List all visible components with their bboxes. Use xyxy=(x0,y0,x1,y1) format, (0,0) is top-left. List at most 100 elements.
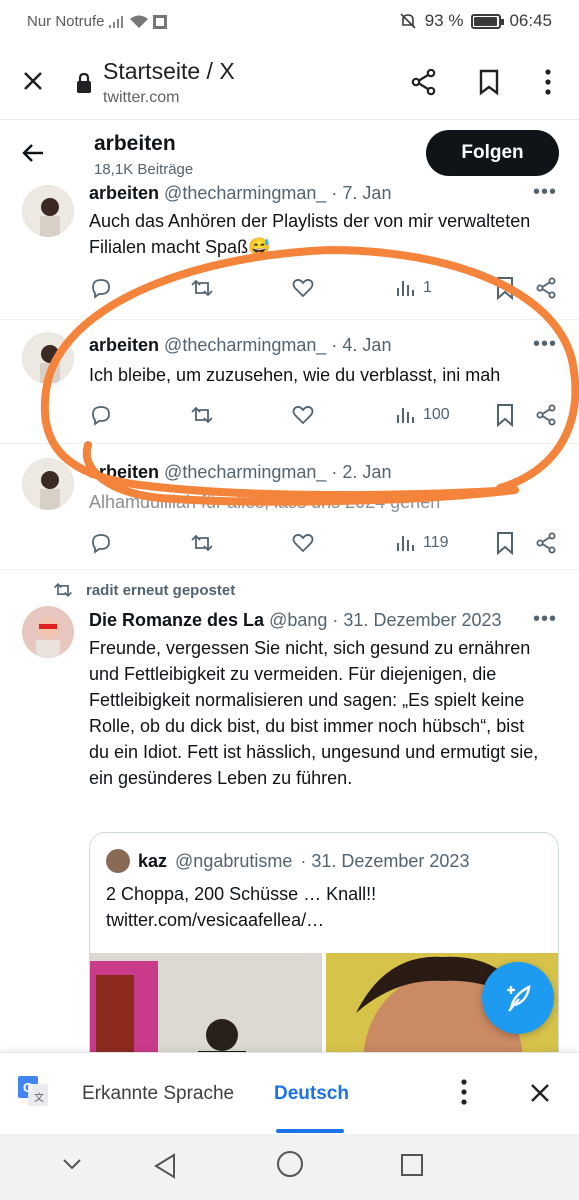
tweet-meta: arbeiten @thecharmingman_ · 2. Jan xyxy=(89,462,391,483)
repost-button[interactable] xyxy=(189,400,215,430)
bookmark-icon xyxy=(497,532,513,555)
tweet-item[interactable]: arbeiten @thecharmingman_ · 4. Jan ••• I… xyxy=(0,320,579,444)
retweet-avatar[interactable] xyxy=(22,606,74,658)
author-handle[interactable]: @thecharmingman_ xyxy=(164,462,326,482)
reply-button[interactable] xyxy=(89,400,113,430)
author-handle[interactable]: @bang xyxy=(269,610,327,630)
views-count: 119 xyxy=(423,534,449,551)
tweet-text: Auch das Anhören der Playlists der von m… xyxy=(89,211,531,257)
active-tab-indicator xyxy=(276,1129,344,1133)
wifi-icon xyxy=(129,15,148,28)
views-button[interactable]: 1​ xyxy=(395,273,432,303)
nav-recents-button[interactable] xyxy=(399,1152,425,1183)
nav-home-button[interactable] xyxy=(276,1150,304,1183)
share-button[interactable] xyxy=(408,66,440,98)
square-recents-icon xyxy=(401,1154,423,1176)
tweet-date[interactable]: · 2. Jan xyxy=(331,462,391,482)
quote-meta: kaz @ngabrutisme · 31. Dezember 2023 xyxy=(106,849,469,873)
tweet-actions: 100 xyxy=(89,400,559,430)
lock-icon xyxy=(77,72,91,93)
quote-text: 2 Choppa, 200 Schüsse … Knall!! twitter.… xyxy=(106,881,376,933)
author-name[interactable]: Die Romanze des La xyxy=(89,610,264,630)
quote-avatar xyxy=(106,849,130,873)
views-icon xyxy=(397,281,414,296)
close-tab-button[interactable] xyxy=(18,66,48,96)
back-button[interactable] xyxy=(20,141,46,170)
tweet-actions: 1​ xyxy=(89,273,559,303)
tweet-text: Alhamdulillah für alles, lass uns 2024 g… xyxy=(89,492,441,512)
views-button[interactable]: 119 xyxy=(395,528,449,558)
page-title[interactable]: Startseite / X xyxy=(103,58,235,85)
repost-note-text: radit erneut gepostet xyxy=(86,581,236,599)
detected-language-tab[interactable]: Erkannte Sprache xyxy=(82,1083,234,1105)
clock: 06:45 xyxy=(509,11,552,30)
avatar-image xyxy=(22,458,74,510)
tweet-item[interactable]: arbeiten @thecharmingman_ · 7. Jan ••• A… xyxy=(0,175,579,320)
views-icon xyxy=(397,408,414,423)
reply-button[interactable] xyxy=(89,273,113,303)
page-url[interactable]: twitter.com xyxy=(103,89,179,107)
bookmark-icon xyxy=(479,69,499,96)
compose-button[interactable] xyxy=(482,962,554,1034)
avatar[interactable] xyxy=(22,332,74,384)
author-name[interactable]: arbeiten xyxy=(89,183,159,203)
share-icon xyxy=(411,68,436,96)
tweet-meta: arbeiten @thecharmingman_ · 7. Jan xyxy=(89,183,391,204)
tweet-date[interactable]: · 7. Jan xyxy=(331,183,391,203)
nav-collapse-button[interactable] xyxy=(60,1152,84,1181)
tweet-bookmark-button[interactable] xyxy=(495,273,515,303)
tweet-share-button[interactable] xyxy=(535,528,557,558)
compose-feather-icon xyxy=(507,984,531,1012)
tweet-share-button[interactable] xyxy=(535,273,557,303)
tweet-bookmark-button[interactable] xyxy=(495,400,515,430)
translate-menu-button[interactable] xyxy=(460,1079,468,1110)
quote-text-line: 2 Choppa, 200 Schüsse … Knall!! xyxy=(106,884,377,904)
carrier-text: Nur Notrufe xyxy=(27,13,105,30)
follow-button[interactable]: Folgen xyxy=(426,130,559,176)
target-language-tab[interactable]: Deutsch xyxy=(274,1083,349,1105)
author-name[interactable]: arbeiten xyxy=(89,335,159,355)
like-button[interactable] xyxy=(291,273,315,303)
avatar[interactable] xyxy=(22,458,74,510)
tweet-date[interactable]: · 31. Dezember 2023 xyxy=(332,610,501,630)
tweet-item[interactable]: arbeiten @thecharmingman_ · 2. Jan Alham… xyxy=(0,444,579,570)
like-button[interactable] xyxy=(291,528,315,558)
tweet-share-button[interactable] xyxy=(535,400,557,430)
reply-button[interactable] xyxy=(89,528,113,558)
quoted-tweet[interactable]: kaz @ngabrutisme · 31. Dezember 2023 2 C… xyxy=(89,832,559,1072)
author-name[interactable]: arbeiten xyxy=(89,462,159,482)
status-right: 93 % 06:45 xyxy=(399,11,552,31)
retweet-meta: Die Romanze des La @bang · 31. Dezember … xyxy=(89,610,502,631)
browser-menu-button[interactable] xyxy=(532,66,564,98)
vertical-dots-icon xyxy=(461,1079,467,1105)
status-left: Nur Notrufe xyxy=(27,13,168,30)
chevron-down-icon xyxy=(63,1159,81,1170)
google-translate-icon[interactable]: G文 xyxy=(18,1076,48,1106)
like-button[interactable] xyxy=(291,400,315,430)
repost-button[interactable] xyxy=(189,528,215,558)
bookmark-button[interactable] xyxy=(473,66,505,98)
repost-note[interactable]: radit erneut gepostet xyxy=(52,580,235,600)
translate-close-button[interactable] xyxy=(528,1081,552,1110)
quote-link[interactable]: twitter.com/vesicaafellea/… xyxy=(106,907,376,933)
bookmark-icon xyxy=(497,277,513,300)
svg-text:G: G xyxy=(23,1080,33,1095)
avatar-image xyxy=(22,332,74,384)
repost-button[interactable] xyxy=(189,273,215,303)
nav-back-button[interactable] xyxy=(152,1152,178,1185)
vertical-dots-icon xyxy=(545,69,551,95)
more-button[interactable]: ••• xyxy=(533,608,557,631)
browser-toolbar: Startseite / X twitter.com xyxy=(0,44,579,120)
avatar[interactable] xyxy=(22,185,74,237)
tweet-bookmark-button[interactable] xyxy=(495,528,515,558)
author-handle[interactable]: @thecharmingman_ xyxy=(164,335,326,355)
author-handle[interactable]: @thecharmingman_ xyxy=(164,183,326,203)
retweet-text: Freunde, vergessen Sie nicht, sich gesun… xyxy=(89,638,539,788)
tweet-date[interactable]: · 4. Jan xyxy=(331,335,391,355)
reply-icon xyxy=(92,406,110,426)
quote-date: · 31. Dezember 2023 xyxy=(300,850,470,871)
system-navigation-bar xyxy=(0,1134,579,1200)
views-icon xyxy=(397,536,414,551)
views-button[interactable]: 100 xyxy=(395,400,450,430)
more-button[interactable]: ••• xyxy=(533,333,557,356)
